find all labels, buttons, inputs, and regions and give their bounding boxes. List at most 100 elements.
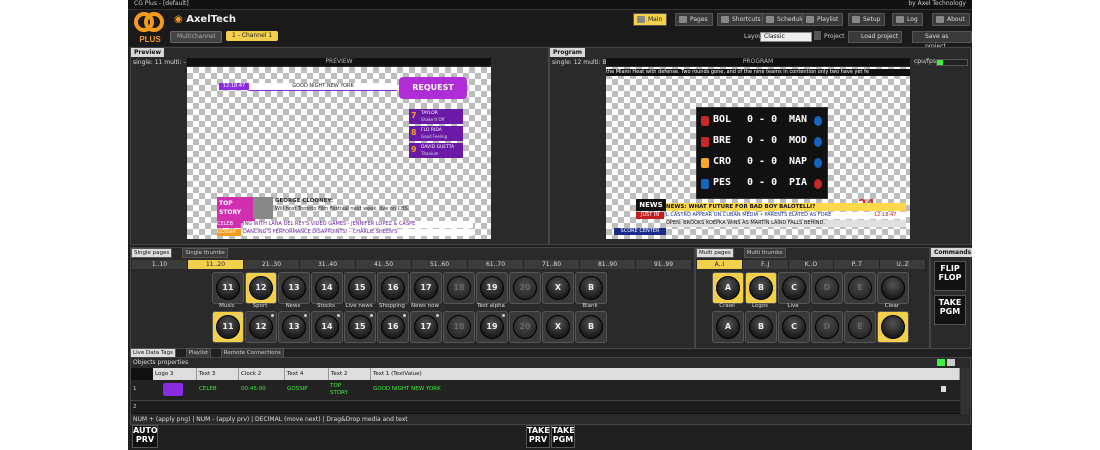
page-key-18[interactable]: 18 — [443, 272, 475, 304]
range-F--J[interactable]: F..J — [742, 260, 789, 269]
page-key-12[interactable]: 12 — [245, 272, 277, 304]
range-81--90[interactable]: 81..90 — [580, 260, 636, 269]
range-11--20[interactable]: 11..20 — [188, 260, 244, 269]
load-project-button[interactable]: Load project — [848, 31, 903, 43]
multi-key-B[interactable]: B — [745, 272, 777, 304]
page-key-20[interactable]: 20 — [509, 272, 541, 304]
page-key-11[interactable]: 11 — [212, 272, 244, 304]
page-key-15[interactable]: 15 — [344, 272, 376, 304]
column-header[interactable]: Clock 2 (StartTi... — [239, 368, 285, 380]
nav-shortcuts[interactable]: Shortcuts — [717, 13, 766, 26]
cell-clock[interactable]: 00:45:00 — [241, 386, 266, 392]
range-71--80[interactable]: 71..80 — [524, 260, 580, 269]
preview-key-14[interactable]: 14 — [311, 311, 343, 343]
table-row[interactable]: 2 — [131, 401, 960, 413]
preview-key-17[interactable]: 17 — [410, 311, 442, 343]
key-label: D — [815, 315, 839, 339]
preview-key-11[interactable]: 11 — [212, 311, 244, 343]
team-badge — [814, 179, 822, 189]
scheduler-icon — [766, 16, 774, 23]
multi-preview-key-B[interactable]: B — [745, 311, 777, 343]
multi-key-E[interactable]: E — [844, 272, 876, 304]
tab-multi-thumbs[interactable]: Multi thumbs — [743, 248, 786, 258]
preview-key-13[interactable]: 13 — [278, 311, 310, 343]
tab-single-pages[interactable]: Single pages — [131, 248, 173, 258]
add-icon[interactable] — [937, 359, 945, 366]
page-key-14[interactable]: 14 — [311, 272, 343, 304]
save-project-button[interactable]: Save as project — [912, 31, 972, 50]
page-key-13[interactable]: 13 — [278, 272, 310, 304]
range-31--40[interactable]: 31..40 — [300, 260, 356, 269]
multi-preview-key-A[interactable]: A — [712, 311, 744, 343]
page-key-16[interactable]: 16 — [377, 272, 409, 304]
multi-key-clear[interactable] — [877, 272, 909, 304]
multi-preview-key-E[interactable]: E — [844, 311, 876, 343]
channel-tab[interactable]: 1 - Channel 1 — [226, 31, 279, 41]
preview-key-20[interactable]: 20 — [509, 311, 541, 343]
tab-multi-pages[interactable]: Multi pages — [696, 248, 734, 258]
flip-flop-button[interactable]: FLIP FLOP — [934, 261, 966, 291]
cell-text3[interactable]: CELEB — [199, 386, 217, 392]
range-21--30[interactable]: 21..30 — [244, 260, 300, 269]
range-U--Z[interactable]: U..Z — [880, 260, 926, 269]
key-label: A — [716, 315, 740, 339]
column-header[interactable]: Logo 3 (FileNa... — [153, 368, 197, 380]
row-image-icon[interactable] — [941, 386, 946, 392]
preview-key-18[interactable]: 18 — [443, 311, 475, 343]
column-header[interactable]: Text 2 (TextVal... — [329, 368, 371, 380]
cell-text4[interactable]: GOSSIP — [287, 386, 308, 392]
range-91--99[interactable]: 91..99 — [636, 260, 692, 269]
take-prv-button[interactable]: TAKE PRV — [526, 425, 550, 448]
cell-text2[interactable]: TOP STORY — [330, 383, 360, 397]
key-label: 19 — [480, 315, 504, 339]
preview-key-15[interactable]: 15 — [344, 311, 376, 343]
multi-key-D[interactable]: D — [811, 272, 843, 304]
range-1--10[interactable]: 1..10 — [132, 260, 188, 269]
multi-key-A[interactable]: A — [712, 272, 744, 304]
nav-about[interactable]: About — [932, 13, 970, 26]
preview-tab[interactable]: Preview — [131, 48, 165, 57]
bottom-take-pgm-button[interactable]: TAKE PGM — [551, 425, 575, 448]
cpu-label: cpu/fps: — [914, 58, 938, 65]
page-key-X[interactable]: X — [542, 272, 574, 304]
page-key-B[interactable]: B — [575, 272, 607, 304]
page-key-19[interactable]: 19 — [476, 272, 508, 304]
nav-setup[interactable]: Setup — [848, 13, 886, 26]
column-header[interactable]: Text 3 (TextVal... — [197, 368, 239, 380]
preview-key-19[interactable]: 19 — [476, 311, 508, 343]
column-header[interactable]: Text 1 (TextValue) — [371, 368, 960, 380]
multi-preview-key-clear[interactable] — [877, 311, 909, 343]
range-P--T[interactable]: P..T — [834, 260, 881, 269]
cell-text1[interactable]: GOOD NIGHT NEW YORK — [373, 386, 441, 392]
nav-log[interactable]: Log — [892, 13, 923, 26]
auto-prv-button[interactable]: AUTO PRV — [132, 425, 158, 448]
take-pgm-button[interactable]: TAKE PGM — [934, 295, 966, 325]
team-badge — [701, 137, 709, 147]
scrollbar[interactable] — [961, 368, 969, 414]
layout-select[interactable]: Classic — [760, 32, 812, 42]
column-header[interactable]: Text 4 (TextVal... — [285, 368, 329, 380]
edit-icon[interactable] — [947, 359, 955, 366]
multichannel-button[interactable]: Multichannel — [170, 31, 223, 43]
range-A--I[interactable]: A..I — [697, 260, 743, 269]
multi-preview-key-C[interactable]: C — [778, 311, 810, 343]
nav-main[interactable]: Main — [633, 13, 668, 26]
preview-key-X[interactable]: X — [542, 311, 574, 343]
preview-key-12[interactable]: 12 — [245, 311, 277, 343]
table-row[interactable]: 1 CELEB 00:45:00 GOSSIP TOP STORY GOOD N… — [131, 380, 960, 401]
range-51--60[interactable]: 51..60 — [412, 260, 468, 269]
tab-single-thumbs[interactable]: Single thumbs — [182, 248, 228, 258]
top-story-badge: TOP STORY — [217, 197, 255, 223]
program-tab[interactable]: Program — [550, 48, 586, 57]
save-layout-icon[interactable] — [814, 31, 821, 40]
multi-key-C[interactable]: C — [778, 272, 810, 304]
preview-key-16[interactable]: 16 — [377, 311, 409, 343]
nav-pages[interactable]: Pages — [675, 13, 713, 26]
multi-preview-key-D[interactable]: D — [811, 311, 843, 343]
range-41--50[interactable]: 41..50 — [356, 260, 412, 269]
preview-key-B[interactable]: B — [575, 311, 607, 343]
range-61--70[interactable]: 61..70 — [468, 260, 524, 269]
range-K--O[interactable]: K..O — [788, 260, 835, 269]
nav-playlist[interactable]: Playlist — [802, 13, 844, 26]
page-key-17[interactable]: 17 — [410, 272, 442, 304]
